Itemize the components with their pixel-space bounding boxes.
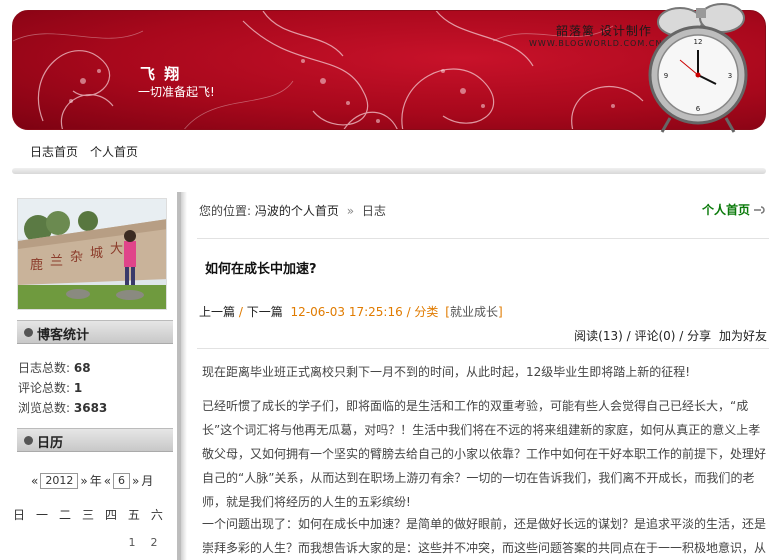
avatar: 鹿兰杂城大 xyxy=(17,198,167,310)
post-counts: 阅读(13) / 评论(0) / 分享 加为好友 xyxy=(574,329,767,343)
design-credit: 韶落篱 设计制作 xyxy=(556,24,652,38)
nav-blog-home[interactable]: 日志首页 xyxy=(30,143,78,160)
svg-text:大: 大 xyxy=(110,242,123,257)
comment-count-link[interactable]: 评论(0) xyxy=(634,329,675,343)
bullet-icon xyxy=(24,436,33,445)
stat-views: 浏览总数: 3683 xyxy=(18,399,107,416)
share-link[interactable]: 分享 xyxy=(687,329,711,343)
breadcrumb-prefix: 您的位置: xyxy=(199,204,252,218)
month-suffix: 月 xyxy=(141,474,154,488)
category-label: 分类 xyxy=(414,305,439,319)
add-friend-link[interactable]: 加为好友 xyxy=(719,329,767,343)
post-datetime: 12-06-03 17:25:16 xyxy=(290,305,403,319)
svg-text:杂: 杂 xyxy=(70,250,83,265)
post-paragraph: 已经听惯了成长的学子们，即将面临的是生活和工作的双重考验，可能有些人会觉得自己已… xyxy=(202,399,767,509)
weekday-sat: 六 xyxy=(150,508,163,522)
prev-post-link[interactable]: 上一篇 xyxy=(199,305,235,319)
calendar-day[interactable]: 2 xyxy=(145,536,163,549)
category-link[interactable]: 就业成长 xyxy=(450,305,498,319)
stat-posts-value: 68 xyxy=(73,361,91,375)
weekday-wed: 三 xyxy=(81,508,94,522)
calendar-day xyxy=(35,536,53,549)
weekday-sun: 日 xyxy=(13,508,26,522)
weekday-tue: 二 xyxy=(58,508,71,522)
weekday-thu: 四 xyxy=(104,508,117,522)
calendar-day[interactable]: 1 xyxy=(123,536,141,549)
post-paragraph: 现在距离毕业班正式离校只剩下一月不到的时间，从此时起，12级毕业生即将踏上新的征… xyxy=(202,365,691,379)
personal-home-label: 个人首页 xyxy=(701,203,750,217)
site-title: 飞 翔 xyxy=(140,65,182,83)
calendar-day xyxy=(79,536,97,549)
stat-comments: 评论总数: 1 xyxy=(18,379,82,396)
calendar-week-row: 1 2 xyxy=(13,536,163,549)
calendar-weekdays: 日 一 二 三 四 五 六 xyxy=(13,506,163,523)
read-count: 阅读(13) xyxy=(574,329,623,343)
svg-text:3: 3 xyxy=(728,72,732,80)
breadcrumb: 您的位置: 冯波的个人首页 » 日志 xyxy=(199,202,386,219)
year-suffix: 年 xyxy=(89,474,102,488)
year-input[interactable]: 2012 xyxy=(40,472,79,489)
next-month-button[interactable]: » xyxy=(132,474,139,488)
weekday-fri: 五 xyxy=(127,508,140,522)
stat-views-label: 浏览总数: xyxy=(18,401,71,415)
alarm-clock-icon: 12 3 6 9 xyxy=(648,3,748,133)
svg-text:城: 城 xyxy=(90,246,103,261)
breadcrumb-separator: » xyxy=(346,204,355,218)
breadcrumb-current: 日志 xyxy=(361,204,386,218)
prev-month-button[interactable]: « xyxy=(104,474,111,488)
stat-comments-value: 1 xyxy=(73,381,83,395)
sidebar: 鹿兰杂城大 博客统计 日志总数: 68 评论总数: 1 浏览总数: 3683 日… xyxy=(9,192,187,560)
next-post-link[interactable]: 下一篇 xyxy=(247,305,283,319)
svg-text:9: 9 xyxy=(664,72,668,80)
stat-posts-label: 日志总数: xyxy=(18,361,71,375)
svg-text:6: 6 xyxy=(696,105,701,113)
calendar-day xyxy=(101,536,119,549)
calendar-day xyxy=(13,536,31,549)
calendar-controls: « 2012 » 年 « 6 » 月 xyxy=(31,472,153,489)
site-subtitle: 一切准备起飞! xyxy=(138,85,215,99)
meta-divider xyxy=(197,348,769,349)
svg-text:兰: 兰 xyxy=(50,254,63,269)
svg-text:12: 12 xyxy=(694,38,703,46)
svg-text:鹿: 鹿 xyxy=(30,257,43,273)
post-paragraph: 一个问题出现了：如何在成长中加速？是简单的做好眼前，还是做好长远的谋划？是追求平… xyxy=(202,517,767,555)
post-meta: 上一篇 / 下一篇 12-06-03 17:25:16 / 分类 [就业成长] xyxy=(199,305,503,319)
wrench-icon xyxy=(754,205,765,214)
calendar-day xyxy=(57,536,75,549)
stats-title: 博客统计 xyxy=(37,328,90,343)
bullet-icon xyxy=(24,328,33,337)
sidebar-shadow xyxy=(181,192,187,560)
post-title: 如何在成长中加速? xyxy=(205,262,317,277)
nav-divider xyxy=(12,168,766,174)
nav-personal-home[interactable]: 个人首页 xyxy=(90,143,138,160)
next-year-button[interactable]: » xyxy=(80,474,87,488)
top-nav: 日志首页 个人首页 xyxy=(30,143,138,160)
month-input[interactable]: 6 xyxy=(113,472,131,489)
weekday-mon: 一 xyxy=(35,508,48,522)
stat-posts: 日志总数: 68 xyxy=(18,359,91,376)
personal-home-link[interactable]: 个人首页 xyxy=(702,201,765,218)
stat-comments-label: 评论总数: xyxy=(18,381,71,395)
calendar-title: 日历 xyxy=(37,436,64,451)
stat-views-value: 3683 xyxy=(73,401,108,415)
breadcrumb-home-link[interactable]: 冯波的个人首页 xyxy=(255,204,339,218)
stats-header: 博客统计 xyxy=(17,320,173,344)
breadcrumb-divider xyxy=(197,238,769,239)
calendar-header: 日历 xyxy=(17,428,173,452)
prev-year-button[interactable]: « xyxy=(31,474,38,488)
